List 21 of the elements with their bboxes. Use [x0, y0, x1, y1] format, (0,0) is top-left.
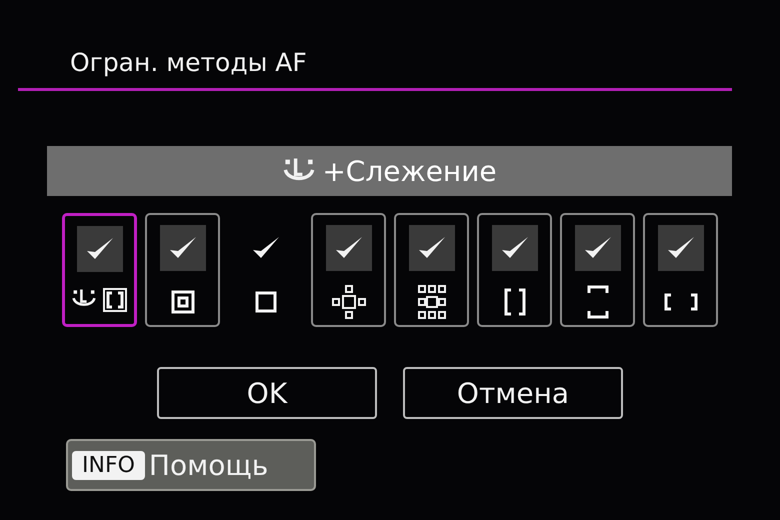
- ok-button[interactable]: OK: [157, 367, 377, 419]
- info-key[interactable]: INFO: [72, 450, 145, 480]
- screen-title: Огран. методы AF: [69, 47, 308, 79]
- cancel-button[interactable]: Отмена: [403, 367, 623, 419]
- af-method-option[interactable]: [145, 213, 220, 327]
- af-method-option[interactable]: [643, 213, 718, 327]
- checkbox[interactable]: [658, 225, 704, 271]
- frame-icon: [100, 286, 128, 314]
- checkbox[interactable]: [408, 225, 454, 271]
- banner-label: +Слежение: [322, 154, 497, 188]
- checkbox[interactable]: [492, 225, 538, 271]
- af-method-option[interactable]: [560, 213, 635, 327]
- checkbox[interactable]: [326, 225, 372, 271]
- af-method-option[interactable]: [311, 213, 386, 327]
- af-method-option[interactable]: [394, 213, 469, 327]
- af-method-option[interactable]: [62, 213, 137, 327]
- checkbox[interactable]: [574, 225, 620, 271]
- help-label: Помощь: [148, 448, 268, 482]
- af-method-option[interactable]: [477, 213, 552, 327]
- checkbox[interactable]: [76, 226, 122, 272]
- checkbox[interactable]: [160, 225, 206, 271]
